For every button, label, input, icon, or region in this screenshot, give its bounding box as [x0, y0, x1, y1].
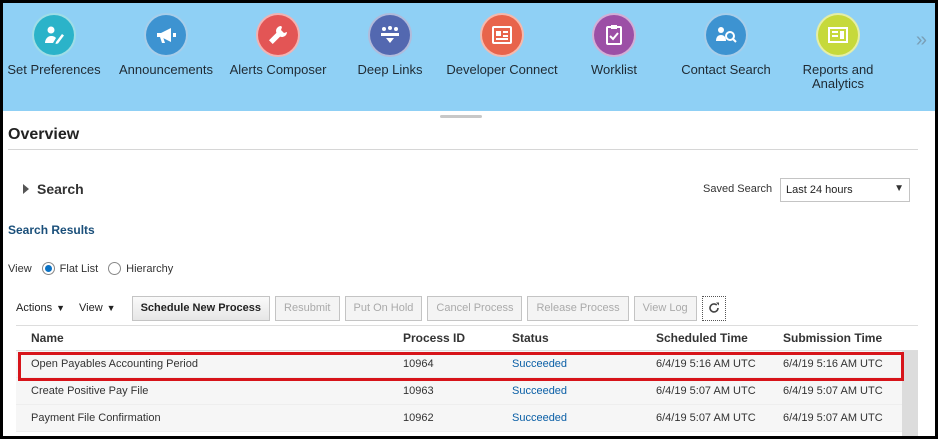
springboard-bar: Set Preferences Announcements Alerts Com… — [3, 3, 935, 111]
cancel-process-button[interactable]: Cancel Process — [427, 295, 523, 321]
view-label: View — [8, 262, 32, 275]
table-row[interactable]: Create Positive Pay File 10963 Succeeded… — [16, 378, 918, 405]
page-title: Overview — [8, 126, 80, 143]
clipboard-check-icon — [592, 13, 636, 57]
springboard-label: Set Preferences — [7, 62, 101, 77]
put-on-hold-button[interactable]: Put On Hold — [344, 295, 423, 321]
springboard-worklist[interactable]: Worklist — [558, 13, 670, 77]
column-header-scheduled-time[interactable]: Scheduled Time — [656, 331, 748, 345]
column-header-status[interactable]: Status — [512, 331, 549, 345]
springboard-label: Worklist — [591, 62, 637, 77]
scheduled-time: 6/4/19 5:16 AM UTC — [656, 358, 756, 370]
submission-time: 6/4/19 5:07 AM UTC — [783, 385, 883, 397]
search-label: Search — [37, 181, 84, 197]
hierarchy-radio[interactable] — [108, 262, 122, 275]
view-menu-label: View — [79, 302, 103, 314]
hierarchy-label: Hierarchy — [126, 262, 174, 275]
springboard-announcements[interactable]: Announcements — [110, 13, 222, 77]
refresh-button[interactable] — [701, 295, 726, 321]
developer-icon — [480, 13, 524, 57]
actions-menu[interactable]: Actions ▼ — [16, 302, 65, 314]
view-log-button[interactable]: View Log — [633, 295, 697, 321]
springboard-drag-handle[interactable] — [440, 115, 482, 118]
springboard-reports-analytics[interactable]: Reports and Analytics — [782, 13, 894, 91]
flat-list-radio[interactable] — [41, 262, 55, 275]
saved-search-select[interactable]: Last 24 hours ▼ — [780, 178, 910, 202]
resubmit-button[interactable]: Resubmit — [275, 295, 340, 321]
dropdown-caret-icon: ▼ — [894, 183, 904, 194]
reports-icon — [816, 13, 860, 57]
preferences-icon — [32, 13, 76, 57]
springboard-alerts-composer[interactable]: Alerts Composer — [222, 13, 334, 77]
search-results-heading: Search Results — [8, 223, 95, 237]
expand-triangle-icon — [23, 184, 29, 194]
process-name: Payment File Confirmation — [31, 412, 161, 424]
springboard-label: Announcements — [119, 62, 213, 77]
table-row[interactable]: Payment File Confirmation 10962 Succeede… — [16, 405, 918, 432]
refresh-icon — [708, 302, 719, 313]
schedule-new-process-button[interactable]: Schedule New Process — [131, 295, 271, 321]
springboard-deep-links[interactable]: Deep Links — [334, 13, 446, 77]
process-name: Open Payables Accounting Period — [31, 358, 198, 370]
processes-table: Name Process ID Status Scheduled Time Su… — [16, 325, 918, 432]
table-row[interactable]: Open Payables Accounting Period 10964 Su… — [16, 351, 918, 378]
actions-menu-label: Actions — [16, 302, 53, 314]
springboard-label: Reports and Analytics — [802, 62, 874, 91]
submission-time: 6/4/19 5:16 AM UTC — [783, 358, 883, 370]
chevron-down-icon: ▼ — [106, 303, 116, 313]
view-menu[interactable]: View ▼ — [79, 302, 116, 314]
springboard-contact-search[interactable]: Contact Search — [670, 13, 782, 77]
contact-search-icon — [704, 13, 748, 57]
results-toolbar: Actions ▼ View ▼ Schedule New Process Resu… — [16, 295, 731, 321]
column-header-process-id[interactable]: Process ID — [403, 331, 465, 345]
release-process-button[interactable]: Release Process — [527, 295, 629, 321]
wrench-icon — [256, 13, 300, 57]
saved-search-value: Last 24 hours — [786, 184, 853, 196]
process-name: Create Positive Pay File — [31, 385, 149, 397]
chevron-down-icon: ▼ — [56, 303, 65, 313]
process-id: 10962 — [403, 412, 434, 424]
flat-list-label: Flat List — [59, 262, 99, 275]
deep-links-icon — [368, 13, 412, 57]
springboard-set-preferences[interactable]: Set Preferences — [3, 13, 110, 77]
springboard-label: Developer Connect — [446, 62, 558, 77]
springboard-label: Contact Search — [681, 62, 771, 77]
column-header-name[interactable]: Name — [31, 331, 64, 345]
table-scrollbar[interactable] — [902, 351, 918, 436]
table-header: Name Process ID Status Scheduled Time Su… — [16, 325, 918, 351]
scheduled-time: 6/4/19 5:07 AM UTC — [656, 412, 756, 424]
status-link[interactable]: Succeeded — [512, 385, 567, 397]
springboard-label: Deep Links — [357, 62, 423, 77]
status-link[interactable]: Succeeded — [512, 412, 567, 424]
search-disclosure[interactable]: Search — [23, 181, 84, 197]
megaphone-icon — [144, 13, 188, 57]
divider — [8, 149, 918, 150]
springboard-developer-connect[interactable]: Developer Connect — [446, 13, 558, 77]
column-header-submission-time[interactable]: Submission Time — [783, 331, 882, 345]
springboard-label: Alerts Composer — [229, 62, 327, 77]
process-id: 10964 — [403, 358, 434, 370]
view-mode-group: View Flat List Hierarchy — [8, 262, 173, 275]
application-window: Set Preferences Announcements Alerts Com… — [3, 3, 935, 436]
submission-time: 6/4/19 5:07 AM UTC — [783, 412, 883, 424]
status-link[interactable]: Succeeded — [512, 358, 567, 370]
process-id: 10963 — [403, 385, 434, 397]
saved-search-label: Saved Search — [703, 183, 773, 195]
scheduled-time: 6/4/19 5:07 AM UTC — [656, 385, 756, 397]
springboard-more-icon[interactable]: » — [916, 29, 927, 52]
